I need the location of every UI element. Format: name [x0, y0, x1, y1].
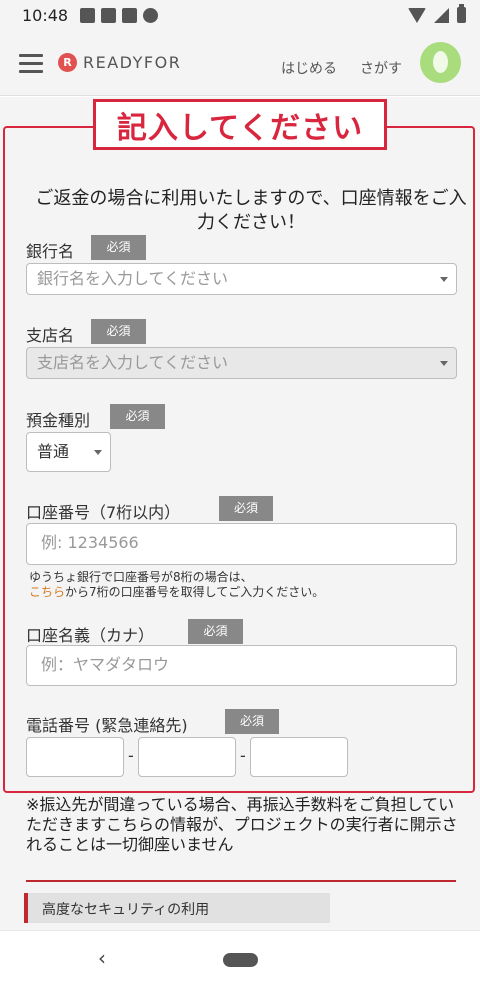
- chevron-down-icon: [440, 277, 448, 282]
- phone-part2-input[interactable]: [138, 737, 236, 777]
- battery-icon: [457, 4, 466, 23]
- phone-part3-input[interactable]: [250, 737, 348, 777]
- security-section: 高度なセキュリティの利用: [24, 893, 330, 923]
- check-icon: [143, 8, 158, 23]
- logo-mark-icon: R: [58, 53, 77, 72]
- signal-icon: [434, 7, 449, 23]
- annotation-text: 記入してください: [116, 110, 364, 146]
- account-type-value: 普通: [37, 442, 70, 461]
- back-icon[interactable]: ‹: [98, 946, 106, 970]
- account-type-label: 預金種別: [26, 411, 91, 430]
- branch-name-select[interactable]: 支店名を入力してください: [26, 347, 457, 379]
- form-intro: ご返金の場合に利用いたしますので、口座情報をご入力ください！: [35, 188, 467, 233]
- home-pill-icon[interactable]: [223, 953, 258, 967]
- readyfor-logo[interactable]: R READYFOR: [58, 53, 181, 72]
- yucho-note-line2: こちらから7桁の口座番号を取得してご入力ください。: [29, 583, 324, 600]
- image-icon: [80, 8, 95, 23]
- phone-separator: -: [240, 746, 246, 765]
- app-header: R READYFOR はじめる さがす: [0, 34, 480, 96]
- required-badge: 必須: [91, 235, 146, 260]
- required-badge: 必須: [225, 709, 279, 734]
- bank-name-placeholder: 銀行名を入力してください: [37, 269, 229, 288]
- phone-separator: -: [128, 746, 134, 765]
- red-divider: [26, 880, 456, 882]
- chevron-down-icon: [440, 361, 448, 366]
- annotation-callout: 記入してください: [93, 99, 387, 150]
- menu-icon[interactable]: [19, 54, 43, 74]
- required-badge: 必須: [91, 319, 146, 344]
- system-icons: [408, 4, 466, 23]
- avatar-icon: [433, 51, 448, 73]
- account-number-label: 口座番号（7桁以内）: [26, 503, 181, 522]
- system-nav-bar: ‹: [0, 930, 480, 988]
- account-number-placeholder: 例: 1234566: [41, 533, 139, 552]
- account-name-label: 口座名義（カナ）: [26, 626, 155, 645]
- yucho-note-text: から7桁の口座番号を取得してご入力ください。: [65, 585, 325, 599]
- required-badge: 必須: [188, 619, 243, 644]
- phone-label: 電話番号 (緊急連絡先): [26, 716, 188, 735]
- logo-text: READYFOR: [83, 53, 182, 72]
- bank-name-label: 銀行名: [26, 242, 75, 261]
- chevron-down-icon: [94, 450, 102, 455]
- wifi-icon: [408, 7, 426, 23]
- branch-name-label: 支店名: [26, 326, 75, 345]
- app-icon: [101, 8, 116, 23]
- nav-start-link[interactable]: はじめる: [281, 58, 337, 78]
- phone-part1-input[interactable]: [26, 737, 124, 777]
- status-time: 10:48: [22, 6, 69, 25]
- yucho-link[interactable]: こちら: [29, 585, 65, 599]
- account-type-select[interactable]: 普通: [26, 432, 111, 472]
- account-name-input[interactable]: 例：ヤマダタロウ: [26, 645, 457, 686]
- disclaimer-note: ※振込先が間違っている場合、再振込手数料をご負担していただきますこちらの情報が、…: [26, 795, 458, 854]
- required-badge: 必須: [219, 496, 273, 521]
- notification-icons: [80, 8, 158, 23]
- account-number-input[interactable]: 例: 1234566: [26, 523, 457, 565]
- nav-search-link[interactable]: さがす: [360, 58, 402, 78]
- avatar[interactable]: [420, 42, 461, 83]
- security-label: 高度なセキュリティの利用: [42, 902, 210, 918]
- bank-name-select[interactable]: 銀行名を入力してください: [26, 263, 457, 295]
- gmail-icon: [122, 8, 137, 23]
- required-badge: 必須: [110, 404, 165, 429]
- account-name-placeholder: 例：ヤマダタロウ: [41, 655, 170, 674]
- bank-account-form: ご返金の場合に利用いたしますので、口座情報をご入力ください！ 銀行名 必須 銀行…: [3, 126, 475, 793]
- status-bar: 10:48: [0, 0, 480, 34]
- branch-name-placeholder: 支店名を入力してください: [37, 353, 229, 372]
- page-body: 記入してください ご返金の場合に利用いたしますので、口座情報をご入力ください！ …: [0, 97, 480, 930]
